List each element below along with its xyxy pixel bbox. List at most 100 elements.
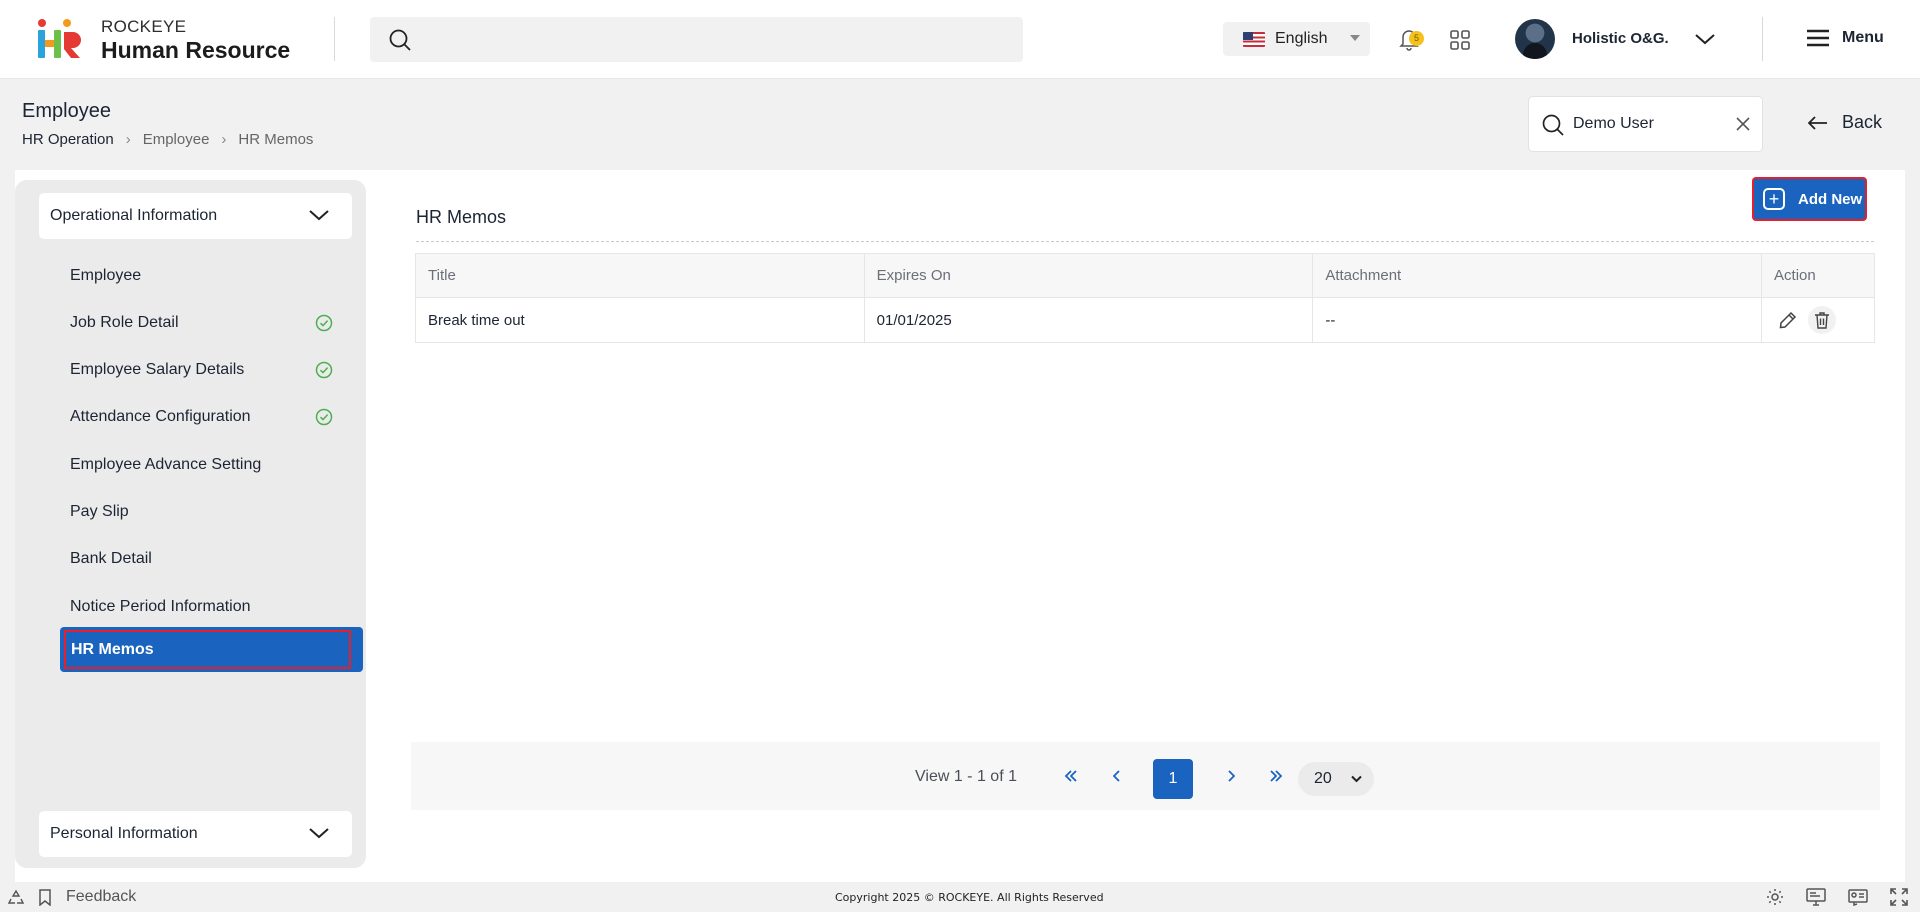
top-bar: ROCKEYE Human Resource English 5 Holisti… [0,0,1920,79]
close-icon[interactable] [1736,117,1750,131]
accordion-label: Personal Information [50,825,198,842]
monitor-icon[interactable] [1806,888,1826,906]
trash-icon [1815,312,1830,329]
sidebar-item-attendance-configuration[interactable]: Attendance Configuration [55,396,355,438]
divider [1762,17,1763,61]
edit-pencil-icon[interactable] [1778,310,1798,330]
search-icon [389,29,411,51]
last-page-button[interactable] [1264,764,1288,788]
brand: ROCKEYE Human Resource [101,18,290,62]
pagination: View 1 - 1 of 1 1 20 [411,742,1880,810]
chevron-down-icon[interactable] [1694,31,1716,47]
user-avatar[interactable] [1515,19,1555,59]
settings-gear-icon[interactable] [1766,888,1784,906]
check-circle-icon [315,361,333,379]
page-title: Employee [22,100,111,122]
id-card-icon[interactable] [1848,888,1868,906]
cell-attachment: -- [1312,297,1763,343]
cell-action [1761,297,1875,343]
page-size-select[interactable]: 20 [1298,762,1374,796]
employee-search-input[interactable] [1573,111,1723,137]
table-row: Break time out 01/01/2025 -- [415,297,1875,343]
check-circle-icon [315,314,333,332]
menu-button[interactable]: Menu [1806,29,1884,47]
delete-button[interactable] [1808,306,1837,334]
chevron-down-icon [309,210,329,221]
pagination-info: View 1 - 1 of 1 [915,768,1017,785]
sidebar-item-job-role-detail[interactable]: Job Role Detail [55,302,355,344]
chevron-left-icon [1113,770,1120,782]
sidebar-item-label: Employee Advance Setting [70,456,262,473]
us-flag-icon [1243,31,1265,47]
back-label: Back [1842,112,1883,132]
cell-expires-on: 01/01/2025 [863,297,1314,343]
employee-search[interactable] [1528,96,1763,152]
sidebar-item-hr-memos[interactable]: HR Memos [60,627,363,672]
sidebar-item-label: Notice Period Information [70,598,251,615]
column-header-attachment[interactable]: Attachment [1312,253,1763,298]
language-label: English [1275,30,1328,47]
column-header-expires-on[interactable]: Expires On [863,253,1314,298]
chevron-down-icon [309,828,329,839]
column-header-title[interactable]: Title [415,253,865,298]
arrow-left-icon [1808,115,1827,130]
back-button[interactable]: Back [1808,112,1882,133]
chevron-down-icon [1351,775,1362,783]
chevron-right-icon: › [221,131,227,148]
first-page-button[interactable] [1059,764,1083,788]
divider [416,241,1874,242]
chevron-right-icon: › [125,131,131,148]
sidebar-item-pay-slip[interactable]: Pay Slip [55,491,355,533]
divider [334,17,335,61]
user-name[interactable]: Holistic O&G. [1572,30,1669,47]
breadcrumb: HR Operation › Employee › HR Memos [22,131,313,148]
notification-badge: 5 [1409,31,1424,46]
sidebar-item-label: Bank Detail [70,550,152,567]
section-title: HR Memos [416,207,507,227]
feedback-link[interactable]: Feedback [66,888,136,906]
fullscreen-icon[interactable] [1890,888,1908,906]
sidebar-item-employee-salary-details[interactable]: Employee Salary Details [55,349,355,391]
memos-table: Title Expires On Attachment Action Break… [415,253,1875,343]
sidebar-item-label: Employee [70,267,142,284]
check-circle-icon [315,408,333,426]
double-chevron-right-icon [1270,770,1283,782]
notification-button[interactable]: 5 [1398,27,1424,56]
sidebar: Operational Information Employee Job Rol… [15,180,366,868]
sidebar-item-label: Attendance Configuration [70,408,251,425]
sidebar-item-employee-advance-setting[interactable]: Employee Advance Setting [55,444,355,486]
column-header-action: Action [1761,253,1875,298]
chevron-right-icon [1228,770,1235,782]
brand-small: ROCKEYE [101,17,187,36]
language-select[interactable]: English [1223,22,1370,56]
sidebar-item-employee[interactable]: Employee [55,255,355,297]
accordion-operational-information[interactable]: Operational Information [39,193,352,239]
rockeye-logo[interactable] [36,18,82,60]
breadcrumb-employee[interactable]: Employee [143,131,210,148]
accordion-personal-information[interactable]: Personal Information [39,811,352,857]
prev-page-button[interactable] [1105,764,1129,788]
footer: Feedback Copyright 2025 © ROCKEYE. All R… [0,882,1920,912]
bookmark-icon[interactable] [38,888,52,906]
breadcrumb-hr-memos: HR Memos [238,131,314,148]
breadcrumb-hr-operation[interactable]: HR Operation [22,131,114,148]
global-search-input[interactable] [370,17,1023,62]
sidebar-item-label: Employee Salary Details [70,361,245,378]
recycle-icon[interactable] [8,889,24,905]
table-header-row: Title Expires On Attachment Action [415,253,1875,298]
sidebar-item-bank-detail[interactable]: Bank Detail [55,538,355,580]
copyright-text: Copyright 2025 © ROCKEYE. All Rights Res… [835,891,1104,904]
caret-down-icon [1350,35,1360,41]
brand-title: Human Resource [101,37,291,63]
cell-title: Break time out [415,297,865,343]
plus-icon: + [1763,188,1785,210]
apps-grid-icon[interactable] [1450,30,1470,50]
page-button-current[interactable]: 1 [1153,759,1193,799]
next-page-button[interactable] [1219,764,1243,788]
double-chevron-left-icon [1064,770,1077,782]
add-new-label: Add New [1798,190,1863,208]
add-new-button[interactable]: + Add New [1752,177,1867,221]
sidebar-item-notice-period-information[interactable]: Notice Period Information [55,586,355,628]
page-size-value: 20 [1314,770,1332,787]
selection-highlight [64,630,351,669]
